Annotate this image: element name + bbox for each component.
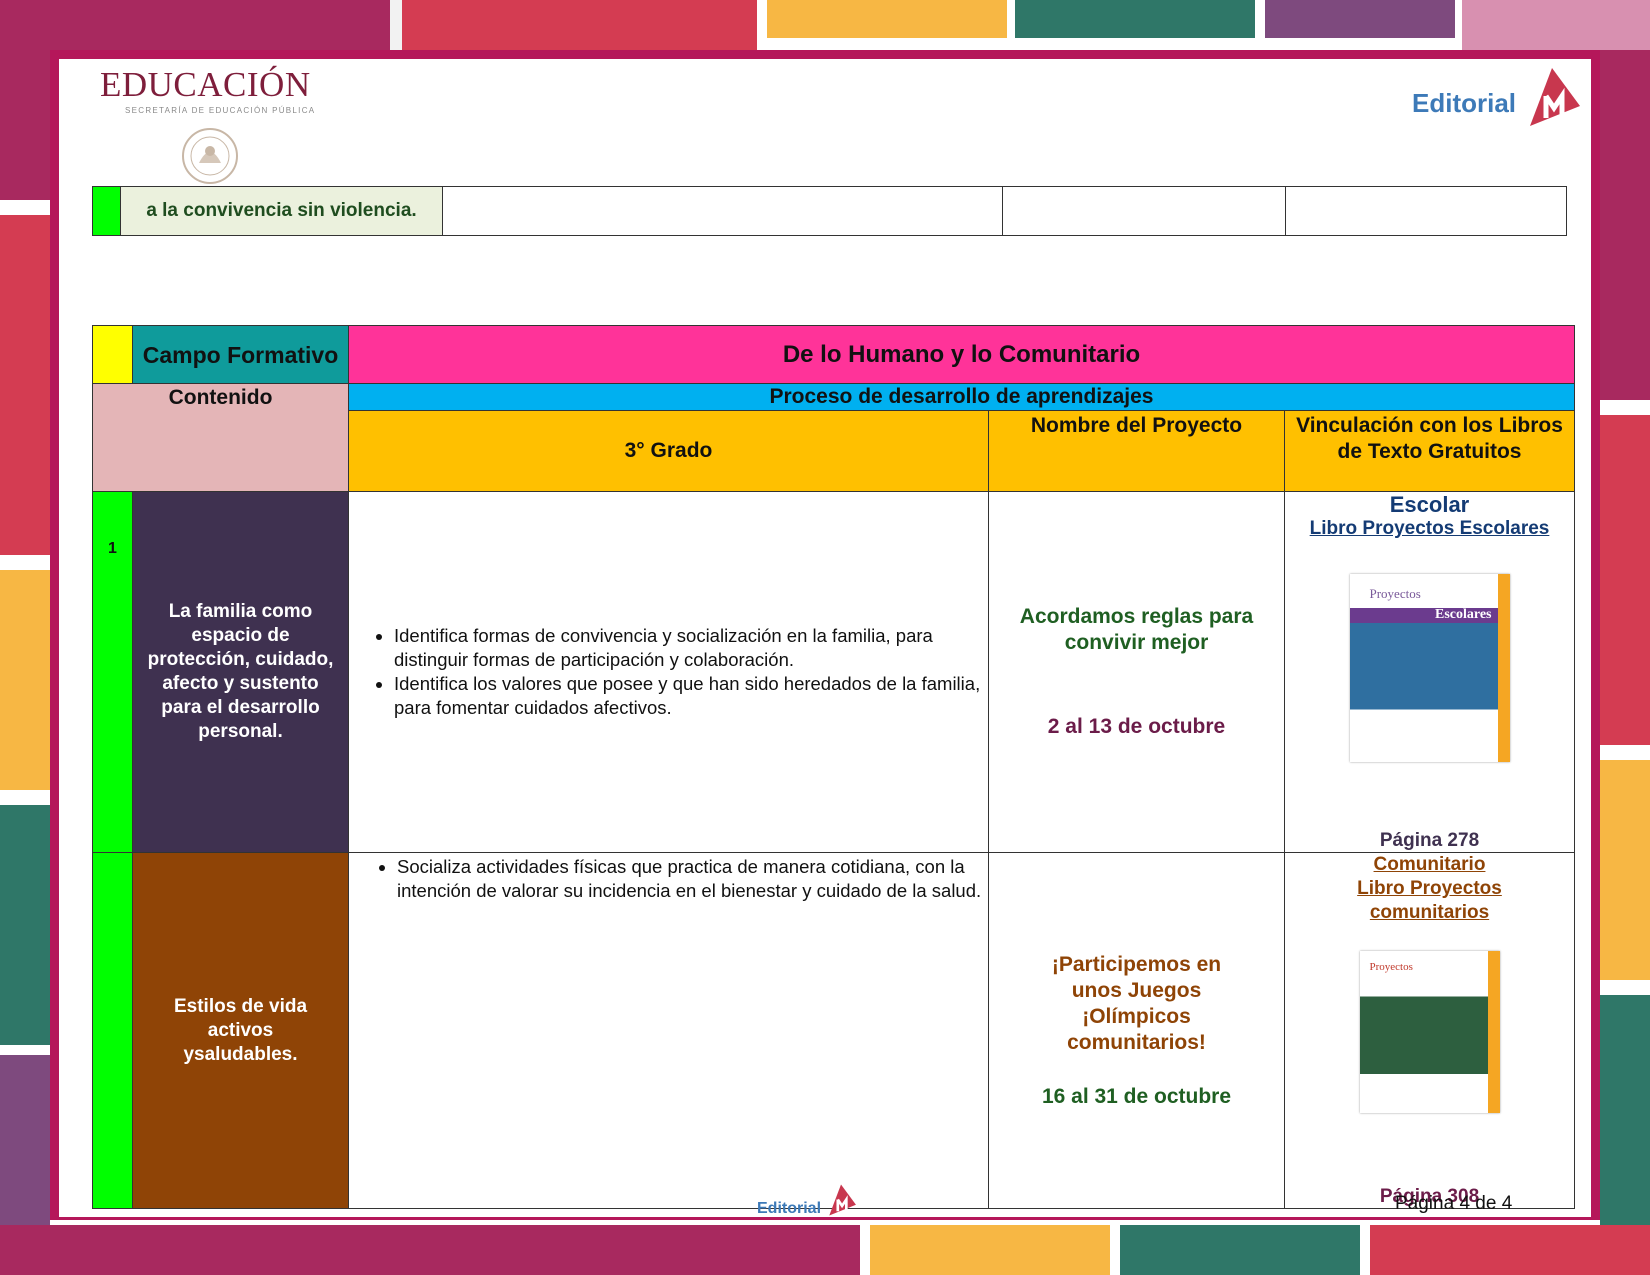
vinculacion-cell: Comunitario Libro Proyectos comunitarios…	[1284, 852, 1575, 1209]
bg-tile	[767, 0, 1007, 38]
escenario-link[interactable]: Comunitario	[1285, 853, 1574, 877]
contenido-header: Contenido	[92, 383, 349, 492]
bg-tile	[0, 570, 50, 790]
md-logo-icon	[829, 1184, 857, 1216]
aprendizaje-item: Identifica los valores que posee y que h…	[394, 672, 988, 720]
continued-table: a la convivencia sin violencia.	[92, 186, 1567, 236]
proceso-header: Proceso de desarrollo de aprendizajes	[348, 383, 1575, 411]
row-number	[92, 852, 133, 1209]
aprendizaje-item: Identifica formas de convivencia y socia…	[394, 624, 988, 672]
editorial-md-logo-text: Editorial	[1412, 88, 1517, 118]
book-cover-image: Proyectos Comunitarios	[1359, 951, 1500, 1113]
empty-cell	[442, 186, 1003, 236]
editorial-md-logo: Editorial	[1412, 66, 1582, 128]
sep-logo: EDUCACIÓN SECRETARÍA DE EDUCACIÓN PÚBLIC…	[100, 65, 330, 184]
empty-cell	[1002, 186, 1286, 236]
proyecto-cell: ¡Participemos en unos Juegos ¡Olímpicos …	[988, 852, 1285, 1209]
grade-header: 3° Grado	[348, 410, 989, 492]
libro-link[interactable]: Libro Proyectos Escolares	[1310, 518, 1550, 539]
bg-tile	[0, 50, 50, 200]
escenario-label: Escolar	[1389, 492, 1470, 517]
sep-logo-title: EDUCACIÓN	[100, 65, 311, 104]
bg-tile	[1600, 50, 1650, 400]
book-title-bottom: Escolares	[1434, 607, 1492, 622]
footer-editorial-logo: Editorial	[757, 1182, 857, 1218]
proyecto-header: Nombre del Proyecto	[988, 410, 1285, 492]
page-number: Página 4 de 4	[1395, 1193, 1513, 1214]
proyecto-cell: Acordamos reglas para convivir mejor 2 a…	[988, 491, 1285, 853]
bg-tile	[1370, 1225, 1650, 1275]
table-row: 1 La familia como espacio de protección,…	[92, 491, 1575, 853]
md-logo-icon	[1530, 68, 1580, 126]
footer-logo-text: Editorial	[757, 1200, 822, 1217]
sep-logo-subtitle: SECRETARÍA DE EDUCACIÓN PÚBLICA	[125, 106, 316, 115]
aprendizajes-cell: Socializa actividades físicas que practi…	[348, 852, 989, 1209]
book-title-top: Proyectos	[1369, 586, 1421, 601]
proyecto-date: 16 al 31 de octubre	[1041, 1084, 1232, 1108]
bg-tile	[1600, 415, 1650, 745]
bg-tile	[1600, 760, 1650, 980]
contenido-cell: La familia como espacio de protección, c…	[132, 491, 349, 853]
bg-tile	[0, 215, 50, 555]
bg-tile	[402, 0, 757, 50]
row-number: 1	[92, 491, 133, 853]
header-marker	[92, 325, 133, 384]
vinculacion-cell: Escolar Libro Proyectos Escolares Proyec…	[1284, 491, 1575, 853]
bg-tile	[0, 805, 50, 1045]
book-title-top: Proyectos	[1369, 961, 1413, 973]
libro-link[interactable]: Libro Proyectos comunitarios	[1285, 877, 1574, 925]
campo-formativo-label: Campo Formativo	[132, 325, 349, 384]
planning-table: Campo Formativo De lo Humano y lo Comuni…	[92, 325, 1575, 1209]
table-row: Estilos de vida activos ysaludables. Soc…	[92, 852, 1575, 1209]
bg-tile	[1265, 0, 1455, 38]
bg-tile	[1462, 0, 1650, 50]
aprendizaje-item: Socializa actividades físicas que practi…	[397, 855, 988, 903]
book-title-bottom: Comunitarios	[1377, 981, 1449, 995]
number-cell	[92, 186, 121, 236]
campo-formativo-name: De lo Humano y lo Comunitario	[348, 325, 1575, 384]
bg-tile	[0, 1225, 860, 1275]
empty-cell	[1285, 186, 1567, 236]
pagina-label: Página 278	[1379, 830, 1480, 851]
vinculacion-header: Vinculación con los Libros de Texto Grat…	[1284, 410, 1575, 492]
mexico-seal-icon	[182, 128, 238, 184]
bg-tile	[390, 0, 402, 50]
proyecto-name: ¡Participemos en unos Juegos ¡Olímpicos …	[1051, 952, 1222, 1054]
bg-tile	[0, 0, 390, 50]
proyecto-name: Acordamos reglas para convivir mejor	[1019, 605, 1254, 654]
continued-content: a la convivencia sin violencia.	[120, 186, 443, 236]
aprendizajes-cell: Identifica formas de convivencia y socia…	[348, 491, 989, 853]
proyecto-date: 2 al 13 de octubre	[1047, 715, 1226, 738]
bg-tile	[1015, 0, 1255, 38]
book-cover-image: Proyectos Escolares	[1349, 574, 1510, 762]
bg-tile	[870, 1225, 1110, 1275]
contenido-cell: Estilos de vida activos ysaludables.	[132, 852, 349, 1209]
bg-tile	[1120, 1225, 1360, 1275]
